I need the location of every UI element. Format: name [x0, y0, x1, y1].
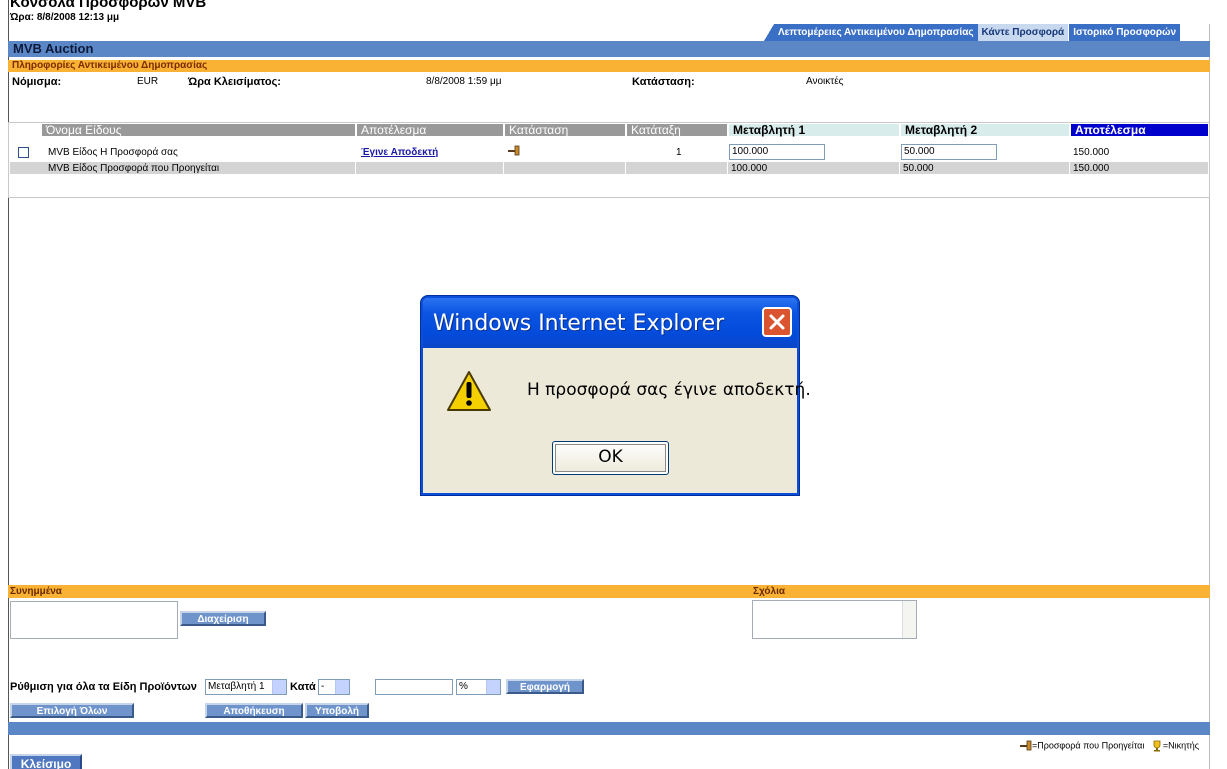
column-divider	[899, 162, 900, 174]
table-row	[10, 139, 1208, 155]
chevron-down-icon	[272, 680, 286, 694]
attachments-label: Συνημμένα	[10, 586, 62, 597]
row-select-checkbox[interactable]	[18, 147, 29, 158]
column-header-result[interactable]: Αποτέλεσμα	[357, 124, 503, 136]
save-button[interactable]: Αποθήκευση	[205, 703, 303, 718]
unit-select[interactable]: %	[456, 679, 501, 695]
close-page-button[interactable]: Κλείσιμο	[10, 754, 82, 769]
column-header-total[interactable]: Αποτέλεσμα	[1071, 124, 1208, 136]
submit-button[interactable]: Υποβολή	[305, 703, 369, 718]
comments-scrollbar[interactable]	[902, 601, 916, 638]
tab-slant	[764, 24, 774, 41]
closing-time-label: Ώρα Κλεισίματος:	[188, 76, 281, 88]
manage-attachments-button[interactable]: Διαχείριση	[180, 611, 266, 626]
status-label: Κατάσταση:	[632, 76, 695, 88]
attachments-list[interactable]	[10, 601, 178, 639]
alert-dialog: Windows Internet Explorer Η προσφορά σας…	[421, 296, 811, 495]
currency-label: Νόμισμα:	[12, 76, 62, 88]
apply-button[interactable]: Εφαρμογή	[506, 679, 584, 694]
section-header-info: Πληροφορίες Αντικειμένου Δημοπρασίας	[8, 60, 1210, 72]
variable-2-input[interactable]: 50.000	[901, 144, 997, 160]
row-total: 150.000	[1073, 147, 1110, 158]
column-header-rank[interactable]: Κατάταξη	[627, 124, 727, 136]
variable-1-input[interactable]: 100.000	[729, 144, 825, 160]
page-title: Κονσόλα Προσφορών MVB	[10, 0, 207, 11]
comments-textarea[interactable]	[752, 600, 917, 639]
chevron-down-icon	[335, 680, 349, 694]
gavel-icon	[1020, 740, 1032, 751]
legend-winner-text: =Νικητής	[1162, 740, 1200, 751]
tab-bar: Λεπτομέρειες Αντικειμένου Δημοπρασίας Κά…	[764, 24, 1181, 41]
row-variable-2: 50.000	[903, 163, 934, 174]
by-label: Κατά	[290, 681, 316, 693]
legend: =Προσφορά που Προηγείται =Νικητής	[1020, 740, 1199, 752]
status-value: Ανοικτές	[806, 76, 844, 87]
leading-bid-gavel-icon	[508, 145, 520, 156]
currency-value: EUR	[137, 76, 159, 87]
row-total: 150.000	[1073, 163, 1110, 174]
tab-item-details[interactable]: Λεπτομέρειες Αντικειμένου Δημοπρασίας	[774, 24, 978, 41]
column-header-status[interactable]: Κατάσταση	[505, 124, 625, 136]
row-result-link[interactable]: Έγινε Αποδεκτή	[361, 147, 438, 158]
dialog-titlebar[interactable]: Windows Internet Explorer	[423, 298, 797, 348]
closing-time-value: 8/8/2008 1:59 μμ	[426, 76, 502, 87]
trophy-icon	[1153, 740, 1161, 752]
column-header-item-name[interactable]: Όνομα Είδους	[42, 124, 355, 136]
row-variable-1: 100.000	[731, 163, 768, 174]
row-rank: 1	[676, 147, 682, 158]
item-info-row: Νόμισμα: EUR Ώρα Κλεισίματος: 8/8/2008 1…	[8, 76, 1210, 90]
unit-select-value: %	[459, 681, 468, 692]
column-divider	[355, 162, 356, 174]
row-item-name: MVB Είδος Η Προσφορά σας	[48, 147, 178, 158]
amount-input[interactable]	[375, 679, 453, 695]
column-header-variable-2[interactable]: Μεταβλητή 2	[901, 124, 1069, 136]
close-icon	[769, 314, 785, 330]
footer-bar	[8, 722, 1210, 735]
adjust-all-label: Ρύθμιση για όλα τα Είδη Προϊόντων	[10, 681, 197, 693]
header-checkbox-cell	[10, 124, 40, 136]
row-item-name: MVB Είδος Προσφορά που Προηγείται	[48, 163, 220, 174]
dialog-title: Windows Internet Explorer	[433, 311, 725, 336]
chevron-down-icon	[486, 680, 500, 694]
attachments-comments-bar: Συνημμένα Σχόλια	[8, 585, 1210, 598]
select-all-button[interactable]: Επιλογή Όλων	[10, 703, 134, 718]
current-time: Ώρα: 8/8/2008 12:13 μμ	[10, 12, 120, 23]
auction-title-bar: MVB Auction	[8, 41, 1210, 57]
column-header-variable-1[interactable]: Μεταβλητή 1	[729, 124, 899, 136]
column-divider	[1069, 162, 1070, 174]
tab-bid-history[interactable]: Ιστορικό Προσφορών	[1068, 24, 1181, 41]
warning-icon	[447, 371, 491, 411]
column-divider	[503, 162, 504, 174]
page-left-border	[8, 0, 9, 769]
variable-select-value: Μεταβλητή 1	[208, 681, 265, 692]
dialog-close-button[interactable]	[762, 307, 792, 337]
tab-place-bid[interactable]: Κάντε Προσφορά	[977, 24, 1069, 41]
column-divider	[727, 162, 728, 174]
sign-select-value: -	[321, 681, 325, 692]
legend-leading-text: =Προσφορά που Προηγείται	[1032, 740, 1145, 751]
ok-button[interactable]: OK	[552, 441, 669, 475]
comments-label: Σχόλια	[753, 586, 785, 597]
variable-select[interactable]: Μεταβλητή 1	[205, 679, 287, 695]
column-divider	[625, 162, 626, 174]
sign-select[interactable]: -	[318, 679, 350, 695]
dialog-message: Η προσφορά σας έγινε αποδεκτή.	[527, 380, 811, 400]
